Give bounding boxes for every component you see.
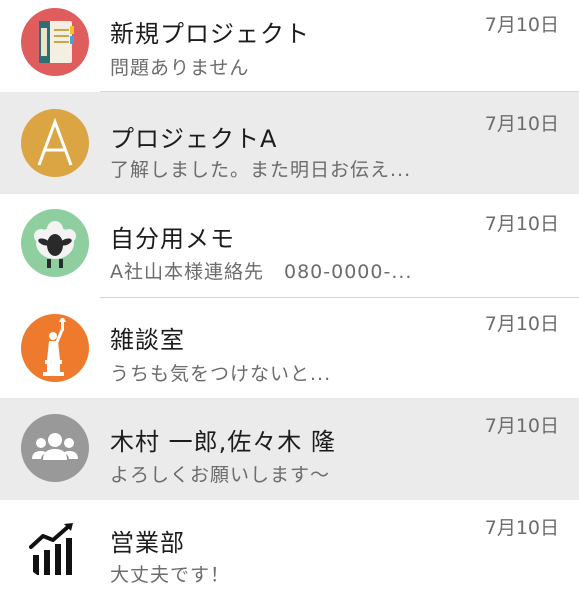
conversation-title: プロジェクトA [110,125,278,153]
conversation-preview: よろしくお願いします〜 [110,464,331,486]
notebook-icon [21,8,89,76]
conversation-row[interactable]: 営業部 大丈夫です！ 7月10日 [0,500,579,593]
conversation-title: 新規プロジェクト [110,20,310,48]
conversation-preview: 大丈夫です！ [110,564,231,586]
conversation-row[interactable]: 新規プロジェクト 問題ありません 7月10日 [0,0,579,92]
conversation-date: 7月10日 [484,14,559,36]
conversation-preview: 了解しました。また明日お伝え... [110,159,412,181]
group-icon [21,414,89,482]
conversation-title: 木村 一郎,佐々木 隆 [110,428,336,456]
conversation-preview: 問題ありません [110,57,250,79]
bar-chart-trend-icon [21,512,89,580]
conversation-title: 自分用メモ [110,225,235,253]
sheep-icon [21,209,89,277]
statue-of-liberty-icon [21,314,89,382]
conversation-preview: うちも気をつけないと... [110,363,332,385]
conversation-title: 雑談室 [110,326,185,354]
conversation-date: 7月10日 [484,213,559,235]
conversation-row[interactable]: 木村 一郎,佐々木 隆 よろしくお願いします〜 7月10日 [0,398,579,500]
conversation-title: 営業部 [110,529,185,557]
conversation-row[interactable]: 雑談室 うちも気をつけないと... 7月10日 [0,298,579,398]
conversation-preview: A社山本様連絡先 080-0000-... [110,261,413,283]
conversation-date: 7月10日 [484,517,559,539]
letter-a-icon [21,109,89,177]
conversation-row[interactable]: プロジェクトA 了解しました。また明日お伝え... 7月10日 [0,92,579,194]
conversation-list: 新規プロジェクト 問題ありません 7月10日 プロジェクトA 了解しました。また… [0,0,579,593]
conversation-row[interactable]: 自分用メモ A社山本様連絡先 080-0000-... 7月10日 [0,194,579,298]
conversation-date: 7月10日 [484,415,559,437]
conversation-date: 7月10日 [484,313,559,335]
conversation-date: 7月10日 [484,113,559,135]
